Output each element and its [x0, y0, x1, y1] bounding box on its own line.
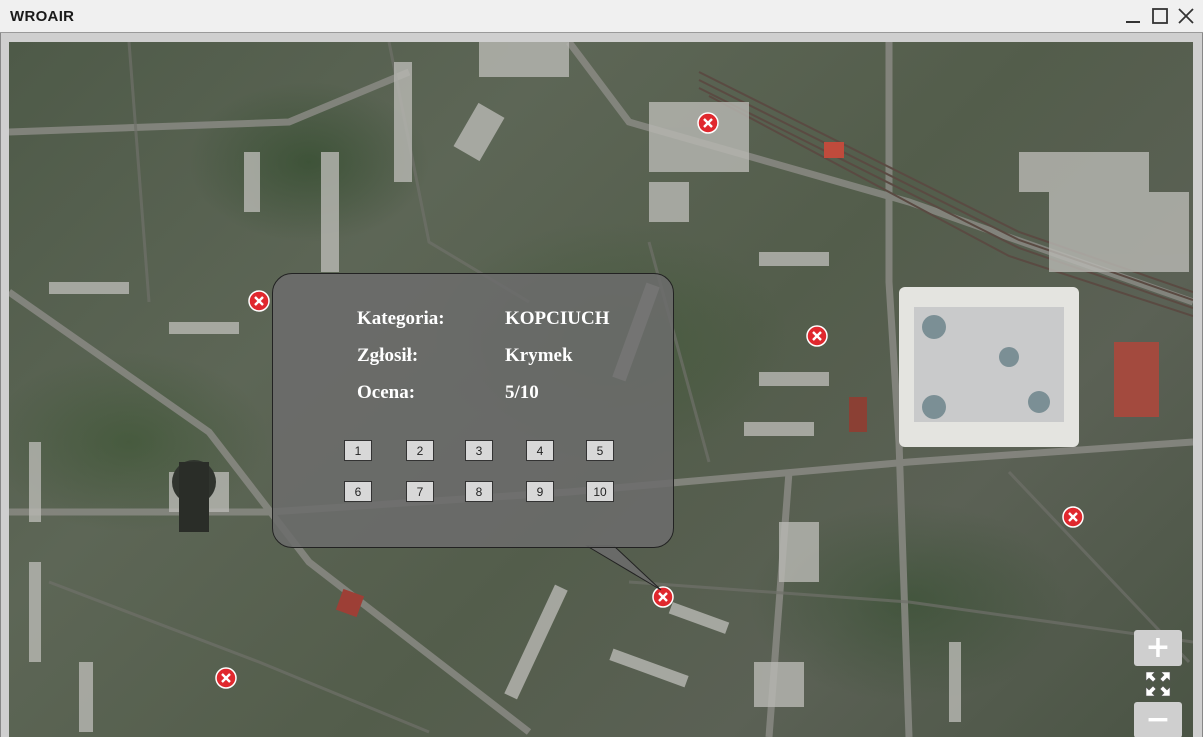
fullscreen-icon[interactable] — [1144, 670, 1172, 698]
category-label: Kategoria: — [357, 308, 445, 329]
rating-button-5[interactable]: 5 — [586, 440, 614, 461]
rating-button-6[interactable]: 6 — [344, 481, 372, 502]
rating-button-8[interactable]: 8 — [465, 481, 493, 502]
zoom-out-button[interactable]: − — [1134, 702, 1182, 737]
minimize-icon[interactable] — [1123, 6, 1143, 26]
satellite-map[interactable]: Kategoria: KOPCIUCH Zgłosił: Krymek Ocen… — [9, 42, 1193, 737]
report-popup: Kategoria: KOPCIUCH Zgłosił: Krymek Ocen… — [272, 273, 674, 548]
marker-icon[interactable] — [248, 290, 270, 312]
close-icon[interactable] — [1176, 6, 1196, 26]
zoom-in-label: + — [1145, 630, 1171, 665]
rating-button-7[interactable]: 7 — [406, 481, 434, 502]
window-title: WROAIR — [10, 8, 75, 25]
rating-value: 5/10 — [505, 382, 539, 403]
marker-icon[interactable] — [1062, 506, 1084, 528]
rating-button-1[interactable]: 1 — [344, 440, 372, 461]
reporter-label: Zgłosił: — [357, 345, 419, 366]
reporter-value: Krymek — [505, 345, 573, 366]
marker-icon[interactable] — [652, 586, 674, 608]
title-bar: WROAIR — [0, 0, 1203, 33]
zoom-in-button[interactable]: + — [1134, 630, 1182, 666]
marker-icon[interactable] — [697, 112, 719, 134]
maximize-icon[interactable] — [1150, 6, 1170, 26]
rating-button-10[interactable]: 10 — [586, 481, 614, 502]
zoom-out-label: − — [1145, 702, 1171, 737]
category-value: KOPCIUCH — [505, 308, 610, 329]
marker-icon[interactable] — [806, 325, 828, 347]
rating-button-9[interactable]: 9 — [526, 481, 554, 502]
rating-label: Ocena: — [357, 382, 416, 403]
rating-button-2[interactable]: 2 — [406, 440, 434, 461]
rating-button-4[interactable]: 4 — [526, 440, 554, 461]
rating-button-3[interactable]: 3 — [465, 440, 493, 461]
marker-icon[interactable] — [215, 667, 237, 689]
